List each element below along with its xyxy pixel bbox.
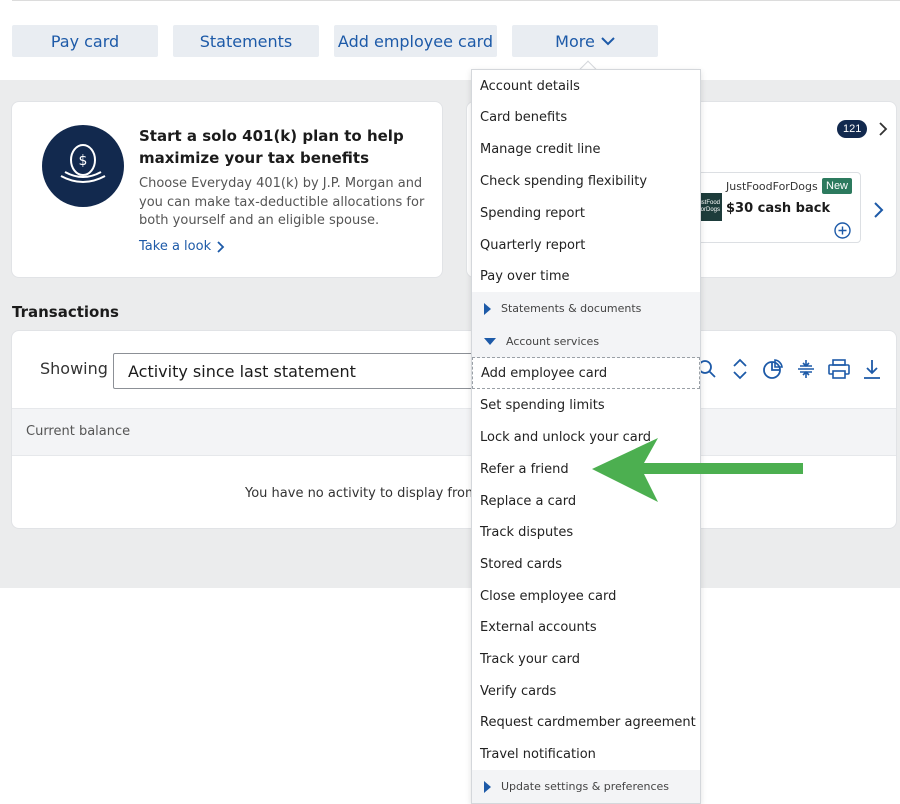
take-a-look-label: Take a look	[139, 239, 212, 254]
menu-section-settings[interactable]: Update settings & preferences	[472, 770, 700, 803]
chevron-right-icon	[217, 240, 225, 253]
menu-section-label: Statements & documents	[501, 302, 642, 315]
more-button[interactable]: More	[512, 25, 658, 57]
menu-item-set-spending-limits[interactable]: Set spending limits	[472, 389, 700, 421]
menu-item-card-benefits[interactable]: Card benefits	[472, 102, 700, 134]
top-action-bar: Pay card Statements Add employee card Mo…	[0, 0, 900, 80]
chevron-right-icon[interactable]	[878, 121, 888, 137]
statements-button[interactable]: Statements	[173, 25, 319, 57]
take-a-look-link[interactable]: Take a look	[139, 239, 225, 254]
menu-item-cardmember-agreement[interactable]: Request cardmember agreement	[472, 706, 700, 738]
transactions-heading: Transactions	[12, 303, 119, 321]
menu-item-external-accounts[interactable]: External accounts	[472, 611, 700, 643]
menu-item-add-employee-card[interactable]: Add employee card	[472, 357, 700, 389]
caret-down-icon	[484, 338, 496, 345]
add-offer-icon[interactable]	[834, 222, 851, 239]
menu-section-statements[interactable]: Statements & documents	[472, 292, 700, 325]
add-employee-card-button[interactable]: Add employee card	[334, 25, 497, 57]
menu-section-label: Update settings & preferences	[501, 780, 670, 793]
more-dropdown-menu: Account details Card benefits Manage cre…	[471, 69, 701, 804]
offer-merchant: JustFoodForDogs	[726, 180, 818, 193]
caret-right-icon	[484, 780, 491, 793]
merchant-logo: ustFood orDogs	[698, 193, 722, 221]
showing-label: Showing	[40, 359, 108, 378]
collapse-icon[interactable]	[794, 357, 818, 381]
pay-card-button[interactable]: Pay card	[12, 25, 158, 57]
offer-cash-back: $30 cash back	[726, 201, 831, 216]
offer-tile[interactable]: ustFood orDogs JustFoodForDogs New $30 c…	[693, 172, 861, 243]
no-activity-message: You have no activity to display from th	[245, 486, 496, 501]
menu-item-spending-report[interactable]: Spending report	[472, 197, 700, 229]
promo-title: Start a solo 401(k) plan to help maximiz…	[139, 127, 404, 167]
svg-text:$: $	[79, 153, 88, 169]
menu-item-stored-cards[interactable]: Stored cards	[472, 548, 700, 580]
more-label: More	[555, 31, 595, 51]
sort-icon[interactable]	[728, 357, 752, 381]
pie-chart-icon[interactable]	[761, 357, 785, 381]
menu-item-track-disputes[interactable]: Track disputes	[472, 516, 700, 548]
download-icon[interactable]	[860, 357, 884, 381]
divider	[12, 0, 900, 1]
menu-item-verify-cards[interactable]: Verify cards	[472, 675, 700, 707]
menu-item-track-your-card[interactable]: Track your card	[472, 643, 700, 675]
chevron-down-icon	[601, 37, 615, 46]
menu-item-pay-over-time[interactable]: Pay over time	[472, 261, 700, 293]
menu-item-quarterly-report[interactable]: Quarterly report	[472, 229, 700, 261]
activity-period-select[interactable]: Activity since last statement	[113, 353, 493, 389]
current-balance-label: Current balance	[26, 424, 131, 439]
offers-count-badge: 121	[837, 120, 868, 138]
menu-section-account-services[interactable]: Account services	[472, 325, 700, 358]
action-buttons: Pay card Statements Add employee card Mo…	[12, 25, 658, 57]
menu-section-label: Account services	[506, 335, 600, 348]
new-badge: New	[822, 178, 853, 194]
promo-card: $ Start a solo 401(k) plan to help maxim…	[11, 101, 443, 278]
menu-item-account-details[interactable]: Account details	[472, 70, 700, 102]
menu-item-check-spending-flexibility[interactable]: Check spending flexibility	[472, 165, 700, 197]
transactions-toolbar	[695, 357, 884, 381]
print-icon[interactable]	[827, 357, 851, 381]
annotation-arrow-icon	[592, 438, 803, 502]
caret-right-icon	[484, 302, 491, 315]
nest-egg-dollar-icon: $	[42, 125, 124, 207]
menu-item-travel-notification[interactable]: Travel notification	[472, 738, 700, 770]
menu-item-manage-credit-line[interactable]: Manage credit line	[472, 134, 700, 166]
promo-description: Choose Everyday 401(k) by J.P. Morgan an…	[139, 176, 425, 228]
next-offers-icon[interactable]	[873, 201, 885, 219]
menu-item-close-employee-card[interactable]: Close employee card	[472, 580, 700, 612]
